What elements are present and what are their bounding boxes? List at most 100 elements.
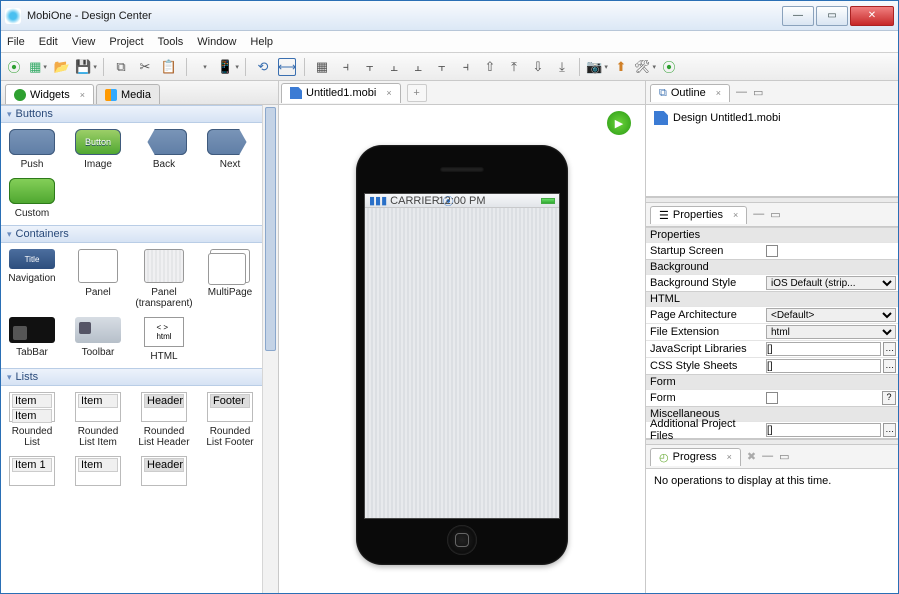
design-file-icon bbox=[654, 111, 668, 125]
paste-icon[interactable]: 📋 bbox=[160, 58, 178, 76]
cut-icon[interactable]: ✂ bbox=[136, 58, 154, 76]
align-middle-icon[interactable]: ⫟ bbox=[433, 58, 451, 76]
minimize-properties-icon[interactable]: — bbox=[753, 208, 764, 221]
minimize-outline-icon[interactable]: — bbox=[736, 86, 747, 99]
prop-addfiles-input[interactable] bbox=[766, 423, 881, 437]
close-outline-icon[interactable]: × bbox=[716, 88, 721, 98]
menu-window[interactable]: Window bbox=[197, 36, 236, 48]
maximize-button[interactable]: ▭ bbox=[816, 6, 848, 26]
align-top-icon[interactable]: ⫠ bbox=[409, 58, 427, 76]
prop-jslibs-browse[interactable]: … bbox=[883, 342, 896, 356]
run-button[interactable]: ▶ bbox=[607, 111, 631, 135]
widget-scroll-area[interactable]: Buttons Push ButtonImage Back Next Custo… bbox=[1, 105, 278, 492]
minimize-progress-icon[interactable]: — bbox=[762, 450, 773, 463]
design-tab[interactable]: Untitled1.mobi × bbox=[281, 83, 401, 103]
widget-rounded-list-item[interactable]: ItemRounded List Item bbox=[71, 392, 125, 448]
outline-tab[interactable]: ⧉ Outline × bbox=[650, 84, 730, 102]
menu-view[interactable]: View bbox=[72, 36, 96, 48]
prop-form-checkbox[interactable] bbox=[766, 392, 778, 404]
widget-custom-button[interactable]: Custom bbox=[5, 178, 59, 219]
arrange-up-icon[interactable]: ⇧ bbox=[481, 58, 499, 76]
widget-rounded-list-header[interactable]: HeaderRounded List Header bbox=[137, 392, 191, 448]
save-icon[interactable]: 💾 bbox=[77, 58, 95, 76]
tab-widgets[interactable]: Widgets × bbox=[5, 84, 94, 104]
widget-next-button[interactable]: Next bbox=[203, 129, 257, 170]
widgets-scrollbar[interactable] bbox=[262, 105, 278, 593]
widget-image-button[interactable]: ButtonImage bbox=[71, 129, 125, 170]
prop-css-browse[interactable]: … bbox=[883, 359, 896, 373]
upload-icon[interactable]: ⬆ bbox=[612, 58, 630, 76]
prop-form-help[interactable]: ? bbox=[882, 391, 896, 405]
outline-root-item[interactable]: Design Untitled1.mobi bbox=[654, 111, 890, 125]
design-canvas[interactable]: ▶ ▮▮▮ CARRIER ⦿ 12:00 PM bbox=[279, 105, 645, 593]
widget-panel-transparent[interactable]: Panel (transparent) bbox=[137, 249, 191, 309]
arrange-down-icon[interactable]: ⇩ bbox=[529, 58, 547, 76]
camera-icon[interactable]: 📷 bbox=[588, 58, 606, 76]
widget-rounded-list-footer[interactable]: FooterRounded List Footer bbox=[203, 392, 257, 448]
home-button[interactable] bbox=[447, 525, 477, 555]
widgets-tab-icon bbox=[14, 89, 26, 101]
apple-icon[interactable] bbox=[195, 58, 213, 76]
widget-toolbar[interactable]: Toolbar bbox=[71, 317, 125, 362]
arrange-top-icon[interactable]: ⤒ bbox=[505, 58, 523, 76]
progress-tab[interactable]: ◴ Progress × bbox=[650, 448, 741, 466]
align-center-icon[interactable]: ⫟ bbox=[361, 58, 379, 76]
maximize-progress-icon[interactable]: ▭ bbox=[779, 450, 789, 463]
widget-panel[interactable]: Panel bbox=[71, 249, 125, 309]
close-icon[interactable]: × bbox=[80, 90, 85, 100]
new-icon[interactable]: ▦ bbox=[29, 58, 47, 76]
wifi-icon[interactable]: ⦿ bbox=[5, 58, 23, 76]
new-tab-button[interactable]: + bbox=[407, 84, 427, 102]
prop-addfiles-browse[interactable]: … bbox=[883, 423, 896, 437]
orientation-icon[interactable]: ⟲ bbox=[254, 58, 272, 76]
menu-tools[interactable]: Tools bbox=[158, 36, 184, 48]
prop-jslibs-input[interactable] bbox=[766, 342, 881, 356]
align-right-icon[interactable]: ⫠ bbox=[385, 58, 403, 76]
minimize-button[interactable]: — bbox=[782, 6, 814, 26]
menu-project[interactable]: Project bbox=[109, 36, 143, 48]
menu-edit[interactable]: Edit bbox=[39, 36, 58, 48]
widget-html[interactable]: < > htmlHTML bbox=[137, 317, 191, 362]
wifi2-icon[interactable]: ⦿ bbox=[660, 58, 678, 76]
widget-navigation[interactable]: TitleNavigation bbox=[5, 249, 59, 309]
widget-push-button[interactable]: Push bbox=[5, 129, 59, 170]
prop-fileext-select[interactable]: html bbox=[766, 325, 896, 339]
widget-rounded-list[interactable]: ItemItemRounded List bbox=[5, 392, 59, 448]
outline-root-label: Design Untitled1.mobi bbox=[673, 112, 781, 124]
device-icon[interactable]: 📱 bbox=[219, 58, 237, 76]
prop-pagearch-select[interactable]: <Default> bbox=[766, 308, 896, 322]
widget-tabbar[interactable]: TabBar bbox=[5, 317, 59, 362]
arrange-bottom-icon[interactable]: ⤓ bbox=[553, 58, 571, 76]
tab-media[interactable]: Media bbox=[96, 84, 160, 104]
prop-css-input[interactable] bbox=[766, 359, 881, 373]
align-left-icon[interactable]: ⫞ bbox=[337, 58, 355, 76]
open-icon[interactable]: 📂 bbox=[53, 58, 71, 76]
prop-bgstyle-select[interactable]: iOS Default (strip... bbox=[766, 276, 896, 290]
section-buttons[interactable]: Buttons bbox=[1, 105, 278, 123]
maximize-properties-icon[interactable]: ▭ bbox=[770, 208, 780, 221]
prop-startup-checkbox[interactable] bbox=[766, 245, 778, 257]
properties-tab[interactable]: ☰ Properties × bbox=[650, 206, 747, 224]
widget-list-extra2[interactable]: Item bbox=[71, 456, 125, 486]
close-tab-icon[interactable]: × bbox=[386, 88, 391, 98]
section-lists[interactable]: Lists bbox=[1, 368, 278, 386]
align-bottom-icon[interactable]: ⫞ bbox=[457, 58, 475, 76]
close-button[interactable]: ✕ bbox=[850, 6, 894, 26]
maximize-outline-icon[interactable]: ▭ bbox=[753, 86, 763, 99]
widget-list-extra3[interactable]: Header bbox=[137, 456, 191, 486]
app-icon bbox=[5, 8, 21, 24]
clear-progress-icon[interactable]: ✖ bbox=[747, 450, 756, 463]
section-containers[interactable]: Containers bbox=[1, 225, 278, 243]
close-progress-icon[interactable]: × bbox=[727, 452, 732, 462]
link-icon[interactable]: ⟷ bbox=[278, 58, 296, 76]
widget-list-extra1[interactable]: Item 1 bbox=[5, 456, 59, 486]
widget-back-button[interactable]: Back bbox=[137, 129, 191, 170]
close-properties-icon[interactable]: × bbox=[733, 210, 738, 220]
widget-multipage[interactable]: MultiPage bbox=[203, 249, 257, 309]
grid-icon[interactable]: ▦ bbox=[313, 58, 331, 76]
menu-file[interactable]: File bbox=[7, 36, 25, 48]
menu-help[interactable]: Help bbox=[250, 36, 273, 48]
copy-icon[interactable]: ⧉ bbox=[112, 58, 130, 76]
tools-icon[interactable]: 🛠 bbox=[636, 58, 654, 76]
phone-screen[interactable]: ▮▮▮ CARRIER ⦿ 12:00 PM bbox=[364, 193, 560, 519]
